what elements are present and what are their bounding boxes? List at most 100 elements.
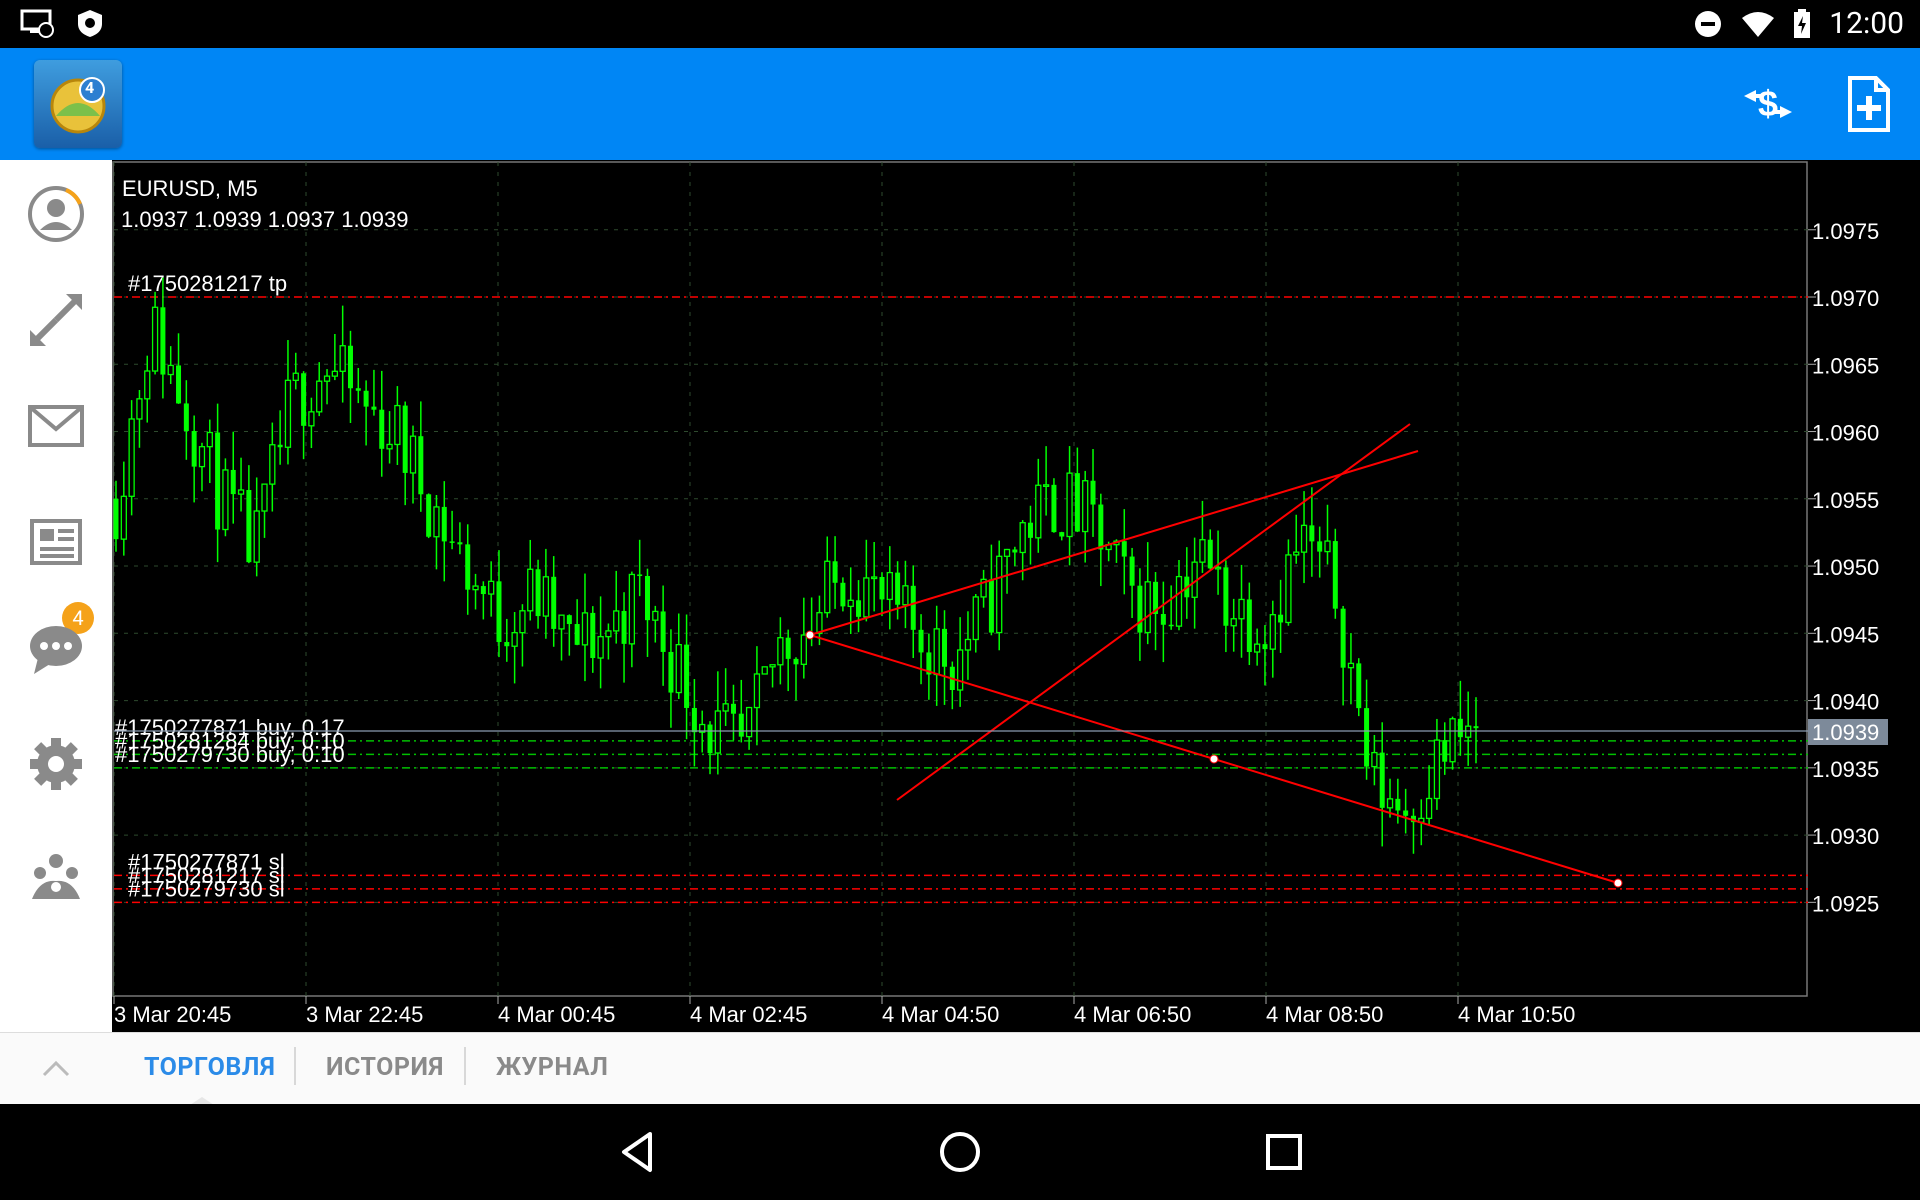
candle-body-bull: [136, 398, 143, 420]
candle-body-bear: [1278, 614, 1284, 623]
tab-divider: [294, 1047, 296, 1085]
status-bar: 12:00: [0, 0, 1920, 48]
candle-body-bull: [722, 703, 729, 712]
sidebar-item-quotes[interactable]: [22, 180, 90, 248]
bottom-tabs: ТОРГОВЛЯ ИСТОРИЯ ЖУРНАЛ: [0, 1032, 1920, 1105]
chevron-up-icon[interactable]: [38, 1053, 74, 1085]
time-tick-label: 4 Mar 00:45: [498, 1002, 615, 1027]
candle-body-bull: [222, 469, 229, 531]
candle-body-bear: [347, 345, 353, 389]
time-tick-label: 3 Mar 22:45: [306, 1002, 423, 1027]
candle-body-bear: [215, 432, 221, 530]
candle-body-bull: [745, 706, 753, 738]
candle-body-bear: [301, 373, 307, 426]
candle-body-bull: [1214, 566, 1222, 570]
candle-body-bear: [183, 403, 189, 432]
candle-body-bull: [847, 599, 854, 608]
bid-price-label: 1.0939: [1812, 720, 1879, 745]
candle-body-bear: [793, 658, 799, 665]
candle-body-bear: [566, 615, 572, 625]
candle-body-bull: [167, 364, 174, 376]
time-tick-label: 4 Mar 02:45: [690, 1002, 807, 1027]
trendline-anchor[interactable]: [1613, 878, 1623, 888]
chart-canvas[interactable]: #1750281217 tp#1750277871 buy, 0.17#1750…: [112, 160, 1920, 1032]
candle-body-bull: [558, 614, 565, 630]
candle-body-bull: [308, 411, 315, 427]
candle-body-bull: [1425, 797, 1433, 820]
community-icon: [32, 854, 80, 899]
tab-history[interactable]: ИСТОРИЯ: [326, 1053, 444, 1082]
tab-journal[interactable]: ЖУРНАЛ: [496, 1053, 608, 1082]
candle-body-bear: [504, 642, 510, 647]
candle-body-bear: [355, 388, 361, 391]
candle-body-bear: [176, 365, 182, 404]
candle-body-bear: [1309, 525, 1315, 542]
home-icon[interactable]: [934, 1126, 986, 1178]
candle-body-bull: [652, 610, 659, 621]
candle-body-bull: [1042, 484, 1050, 487]
candle-body-bull: [269, 444, 276, 485]
sidebar-item-news[interactable]: [22, 508, 90, 576]
tab-trade[interactable]: ТОРГОВЛЯ: [144, 1053, 275, 1082]
candle-body-bear: [918, 629, 924, 653]
recents-icon[interactable]: [1258, 1126, 1310, 1178]
candle-body-bear: [457, 542, 463, 545]
time-tick-label: 4 Mar 08:50: [1266, 1002, 1383, 1027]
candle-body-bull: [284, 379, 292, 448]
sidebar-item-mail[interactable]: [22, 392, 90, 460]
candle-body-bull: [1019, 522, 1026, 554]
candle-body-bull: [433, 506, 440, 538]
candle-body-bull: [237, 489, 245, 495]
new-order-icon[interactable]: [1838, 74, 1898, 134]
candle-body-bear: [1442, 740, 1448, 762]
candle-body-bear: [684, 644, 690, 708]
back-icon[interactable]: [612, 1126, 664, 1178]
candle-body-bull: [198, 446, 206, 468]
candle-body-bear: [1098, 504, 1104, 550]
candle-body-bear: [988, 579, 994, 633]
candle-body-bull: [1035, 484, 1042, 539]
candle-body-bear: [1379, 752, 1385, 808]
price-chart[interactable]: #1750281217 tp #1750277871 buy, 0.17 #1750…: [112, 160, 1920, 1032]
candle-body-bear: [856, 600, 862, 617]
candle-body-bear: [879, 576, 885, 600]
candle-body-bear: [371, 406, 377, 410]
trendline-anchor[interactable]: [1209, 754, 1219, 764]
candle-body-bull: [1269, 614, 1276, 650]
candle-body-bull: [120, 495, 127, 540]
metatrader-logo[interactable]: 4: [34, 60, 122, 148]
sidebar-item-chat[interactable]: [22, 616, 90, 684]
candle-body-bear: [730, 703, 736, 714]
candle-body-bear: [496, 581, 502, 643]
candle-body-bull: [527, 568, 534, 612]
candle-body-bear: [113, 498, 119, 540]
candle-body-bull: [394, 404, 401, 446]
candle-body-bull: [472, 585, 479, 591]
candle-body-bull: [800, 634, 807, 665]
sidebar-item-community[interactable]: [22, 842, 90, 910]
wifi-icon: [1742, 11, 1775, 37]
candle-body-bull: [128, 418, 135, 497]
candle-body-bear: [1129, 556, 1135, 586]
candle-body-bear: [707, 724, 713, 754]
trade-dollar-icon[interactable]: $: [1738, 74, 1798, 134]
candle-body-bull: [316, 380, 323, 413]
sidebar-item-settings[interactable]: [22, 730, 90, 798]
candle-body-bull: [144, 370, 151, 400]
candle-body-bull: [1144, 581, 1151, 634]
sidebar-item-trade[interactable]: [22, 286, 90, 354]
candle-body-bull: [1082, 480, 1089, 533]
candle-body-bull: [1199, 539, 1206, 563]
candle-body-bull: [871, 576, 878, 580]
candle-body-bear: [1121, 541, 1127, 557]
candle-body-bear: [230, 469, 236, 495]
candle-body-bull: [151, 306, 159, 372]
trendline-anchor[interactable]: [805, 630, 815, 640]
candle-body-bull: [675, 643, 682, 694]
candle-body-bull: [1253, 643, 1261, 653]
candle-body-bull: [1300, 524, 1308, 553]
price-tick-label: 1.0930: [1812, 824, 1879, 849]
candle-body-bull: [1324, 540, 1331, 553]
candle-body-bull: [409, 435, 417, 474]
candle-body-bear: [1332, 541, 1338, 609]
